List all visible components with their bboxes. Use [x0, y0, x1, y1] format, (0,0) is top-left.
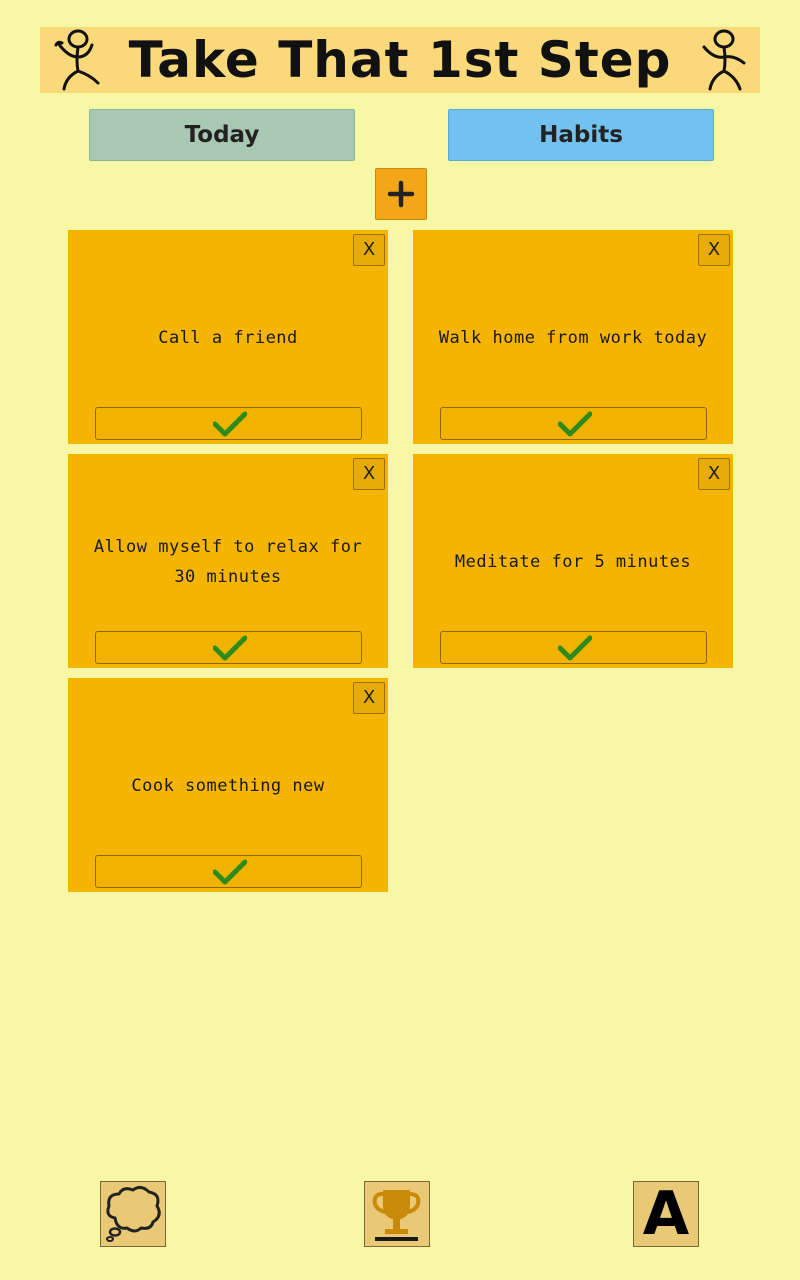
task-card: X Cook something new: [68, 678, 388, 892]
task-card: X Call a friend: [68, 230, 388, 444]
thought-bubble-icon: [106, 1185, 161, 1242]
task-text: Cook something new: [131, 775, 325, 796]
task-text: Meditate for 5 minutes: [454, 551, 692, 572]
thoughts-button[interactable]: [100, 1181, 166, 1247]
complete-button[interactable]: [440, 631, 707, 664]
complete-button[interactable]: [95, 855, 362, 888]
close-icon[interactable]: X: [698, 234, 730, 266]
task-card: X Allow myself to relax for 30 minutes: [68, 454, 388, 668]
achievements-button[interactable]: [364, 1181, 430, 1247]
close-icon[interactable]: X: [698, 458, 730, 490]
tab-habits[interactable]: Habits: [448, 109, 714, 161]
close-icon[interactable]: X: [353, 234, 385, 266]
complete-button[interactable]: [95, 407, 362, 440]
font-letter: A: [642, 1179, 690, 1249]
font-settings-button[interactable]: A: [633, 1181, 699, 1247]
stick-figure-icon: [702, 29, 746, 91]
add-task-button[interactable]: [375, 168, 427, 220]
close-icon[interactable]: X: [353, 682, 385, 714]
checkmark-icon: [558, 411, 592, 437]
tab-today[interactable]: Today: [89, 109, 355, 161]
complete-button[interactable]: [95, 631, 362, 664]
task-text: Allow myself to relax for 30 minutes: [93, 536, 363, 587]
task-card: X Meditate for 5 minutes: [413, 454, 733, 668]
checkmark-icon: [213, 635, 247, 661]
complete-button[interactable]: [440, 407, 707, 440]
task-text: Call a friend: [158, 327, 298, 348]
app-title: Take That 1st Step: [128, 31, 672, 89]
close-icon[interactable]: X: [353, 458, 385, 490]
header-banner: Take That 1st Step: [40, 27, 760, 93]
task-card: X Walk home from work today: [413, 230, 733, 444]
checkmark-icon: [213, 411, 247, 437]
task-text: Walk home from work today: [438, 327, 708, 348]
plus-icon: [387, 180, 415, 208]
checkmark-icon: [558, 635, 592, 661]
trophy-icon: [372, 1190, 421, 1241]
checkmark-icon: [213, 859, 247, 885]
